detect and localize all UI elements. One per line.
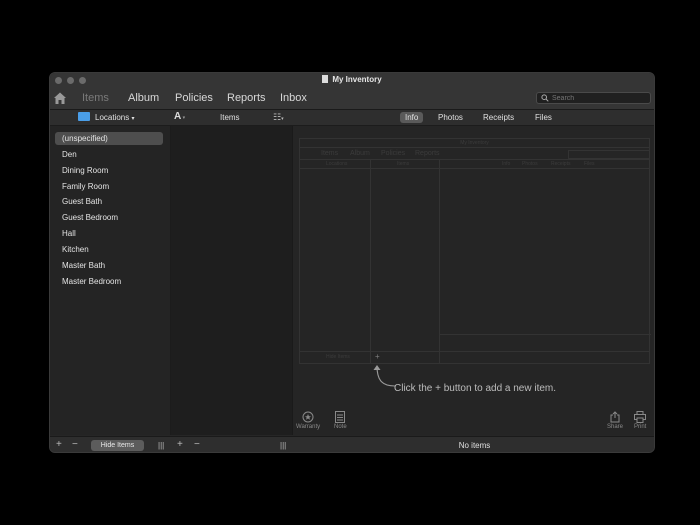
tab-files[interactable]: Files — [530, 112, 557, 123]
illustration-divider — [439, 334, 651, 335]
illustration-title: My Inventory — [460, 140, 489, 146]
location-item[interactable]: Master Bedroom — [55, 275, 163, 288]
illustration-divider — [300, 168, 649, 169]
main-toolbar: Items Album Policies Reports Inbox — [50, 89, 654, 110]
illustration-column-label: Locations — [326, 161, 348, 167]
window-title-text: My Inventory — [332, 75, 382, 84]
window-title: My Inventory — [50, 75, 654, 84]
chevron-down-icon: ▾ — [181, 115, 186, 121]
view-options-icon[interactable]: ☷▾ — [273, 112, 284, 123]
illustration-tab: Reports — [415, 150, 440, 157]
document-icon — [322, 75, 329, 83]
tab-items[interactable]: Items — [82, 92, 109, 104]
locations-dropdown[interactable]: Locations ▾ — [78, 112, 135, 122]
location-item[interactable]: Den — [55, 148, 163, 161]
location-item[interactable]: Master Bath — [55, 259, 163, 272]
location-item[interactable]: Guest Bath — [55, 195, 163, 208]
share-icon — [610, 411, 620, 423]
onboarding-illustration: My Inventory Items Album Policies Report… — [299, 138, 651, 364]
detail-tools: Warranty Note Share Print — [293, 411, 654, 435]
share-button[interactable]: Share — [607, 411, 623, 430]
resize-handle-icon[interactable]: ||| — [158, 441, 164, 451]
illustration-divider — [300, 351, 649, 352]
add-item-button[interactable]: + — [177, 440, 183, 450]
illustration-divider — [370, 160, 371, 364]
locations-sidebar: (unspecified) Den Dining Room Family Roo… — [50, 126, 171, 435]
share-label: Share — [607, 424, 624, 430]
remove-location-button[interactable]: − — [72, 440, 78, 450]
sort-button[interactable]: A ▾ — [174, 111, 185, 122]
illustration-divider — [300, 147, 649, 148]
illustration-tab: Album — [350, 150, 370, 157]
location-item[interactable]: Hall — [55, 227, 163, 240]
warranty-icon — [302, 411, 314, 423]
folder-icon — [78, 112, 90, 121]
app-window: My Inventory Items Album Policies Report… — [49, 72, 655, 453]
illustration-hide-items: Hide Items — [326, 354, 350, 360]
note-label: Note — [334, 424, 347, 430]
search-input[interactable] — [552, 93, 647, 103]
tab-reports[interactable]: Reports — [227, 92, 266, 104]
illustration-tab: Items — [321, 150, 339, 157]
print-label: Print — [634, 424, 647, 430]
location-item[interactable]: Dining Room — [55, 164, 163, 177]
item-count-status: No items — [458, 441, 491, 450]
illustration-tab: Receipts — [551, 161, 571, 167]
illustration-tab: Info — [502, 161, 511, 167]
hide-items-button[interactable]: Hide Items — [91, 440, 144, 451]
tab-info[interactable]: Info — [400, 112, 424, 123]
location-item[interactable]: Kitchen — [55, 243, 163, 256]
add-item-hint: Click the + button to add a new item. — [394, 383, 557, 394]
tab-album[interactable]: Album — [128, 92, 159, 104]
search-icon — [541, 94, 549, 102]
items-column-label: Items — [220, 113, 240, 122]
tab-receipts[interactable]: Receipts — [478, 112, 519, 123]
detail-pane: My Inventory Items Album Policies Report… — [293, 126, 654, 435]
resize-handle-icon[interactable]: ||| — [280, 441, 286, 451]
illustration-search — [568, 150, 650, 159]
chevron-down-icon: ▾ — [131, 116, 135, 122]
sub-toolbar: Locations ▾ A ▾ Items ☷▾ Info Photos Rec… — [50, 110, 654, 126]
locations-label: Locations — [95, 113, 130, 122]
illustration-tab: Policies — [381, 150, 406, 157]
note-icon — [335, 411, 346, 423]
plus-icon: + — [375, 352, 380, 361]
remove-item-button[interactable]: − — [194, 440, 200, 450]
location-item[interactable]: Family Room — [55, 180, 163, 193]
search-field[interactable] — [536, 92, 651, 104]
tab-inbox[interactable]: Inbox — [280, 92, 307, 104]
note-button[interactable]: Note — [334, 411, 347, 430]
home-icon[interactable] — [53, 91, 67, 105]
add-location-button[interactable]: + — [56, 440, 62, 450]
warranty-button[interactable]: Warranty — [296, 411, 320, 430]
print-icon — [634, 411, 647, 423]
illustration-tab: Photos — [522, 161, 538, 167]
illustration-tab: Files — [584, 161, 595, 167]
tab-photos[interactable]: Photos — [433, 112, 468, 123]
location-item[interactable]: (unspecified) — [55, 132, 163, 145]
print-button[interactable]: Print — [634, 411, 646, 430]
title-bar: My Inventory — [50, 73, 654, 89]
illustration-column-label: Items — [397, 161, 410, 167]
status-bar: + − Hide Items ||| + − ||| No items — [50, 436, 654, 452]
location-item[interactable]: Guest Bedroom — [55, 211, 163, 224]
illustration-divider — [300, 159, 649, 160]
items-list[interactable] — [171, 126, 293, 435]
warranty-label: Warranty — [296, 424, 321, 430]
tab-policies[interactable]: Policies — [175, 92, 213, 104]
